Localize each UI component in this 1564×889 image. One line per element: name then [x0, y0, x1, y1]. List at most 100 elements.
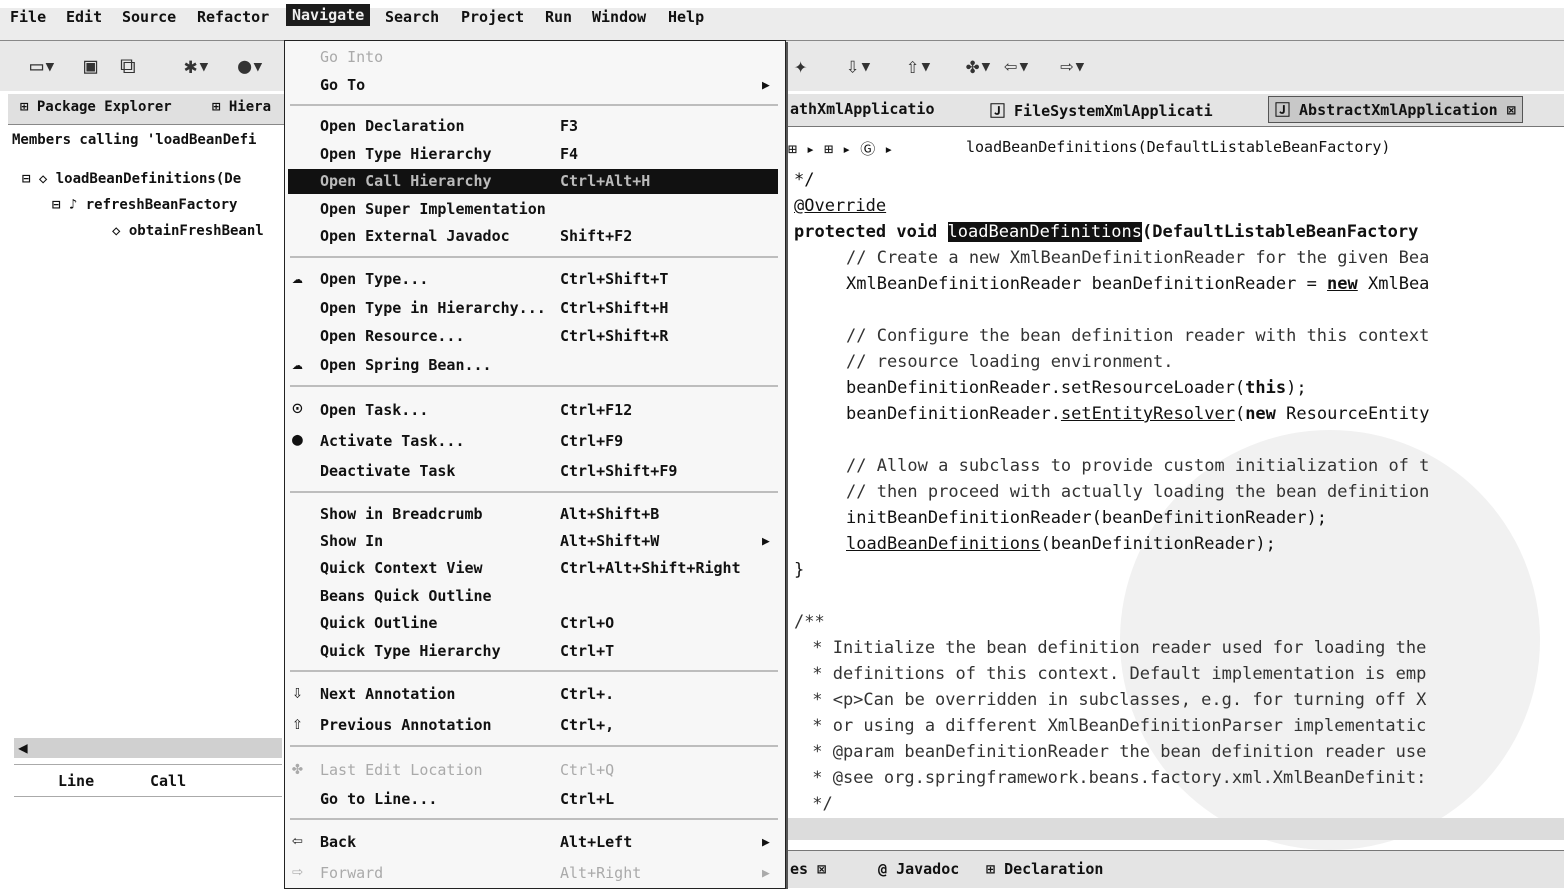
menu-source[interactable]: Source: [122, 8, 176, 26]
back-icon[interactable]: ⇦▾: [1004, 54, 1031, 79]
last-edit-icon[interactable]: ✤▾: [966, 54, 993, 79]
scroll-left-icon[interactable]: ◀: [18, 738, 28, 757]
back-icon: ⇦: [292, 830, 303, 851]
menu-separator: [290, 104, 778, 106]
menu-item-open-call-hierarchy[interactable]: Open Call Hierarchy: [320, 172, 492, 190]
code-line: */: [794, 170, 815, 190]
call-hierarchy-caption: Members calling 'loadBeanDefi: [12, 132, 257, 148]
tree-item-obtainfreshbean[interactable]: ◇ obtainFreshBeanl: [112, 223, 264, 239]
tab-hierarchy[interactable]: ⊞ Hiera: [212, 99, 271, 115]
shortcut-forward: Alt+Right: [560, 864, 642, 882]
at-icon: @: [878, 860, 897, 878]
forward-icon[interactable]: ⇨▾: [1060, 54, 1087, 79]
menu-item-deactivate-task[interactable]: Deactivate Task: [320, 462, 455, 480]
shortcut-open-external-javadoc: Shift+F2: [560, 227, 633, 245]
menu-item-open-type[interactable]: Open Type...: [320, 270, 428, 288]
menu-item-show-in-breadcrumb[interactable]: Show in Breadcrumb: [320, 505, 483, 523]
menu-item-go-into[interactable]: Go Into: [320, 48, 383, 66]
save-icon[interactable]: ▣: [84, 54, 97, 79]
tab-label: FileSystemXmlApplicati: [1014, 102, 1213, 120]
breadcrumb-method[interactable]: loadBeanDefinitions(DefaultListableBeanF…: [966, 138, 1390, 156]
menu-item-quick-outline[interactable]: Quick Outline: [320, 614, 437, 632]
collapse-icon[interactable]: ⊟ ♪: [52, 197, 86, 213]
menu-file[interactable]: File: [10, 8, 46, 26]
left-horizontal-scrollbar[interactable]: [14, 738, 282, 758]
java-file-icon: 🄹: [1275, 101, 1300, 119]
open-type-icon: ☁: [292, 267, 303, 288]
menu-help[interactable]: Help: [668, 8, 704, 26]
menu-item-back[interactable]: Back: [320, 833, 356, 851]
editor-tab-filesystem[interactable]: 🄹 FileSystemXmlApplicati: [990, 100, 1213, 121]
menu-item-open-external-javadoc[interactable]: Open External Javadoc: [320, 227, 510, 245]
menu-navigate[interactable]: Navigate: [286, 4, 371, 26]
menu-item-open-declaration[interactable]: Open Declaration: [320, 117, 465, 135]
menu-item-go-to[interactable]: Go To: [320, 76, 365, 94]
menu-item-open-resource[interactable]: Open Resource...: [320, 327, 465, 345]
close-icon[interactable]: ⊠: [1498, 101, 1516, 119]
menu-item-next-annotation[interactable]: Next Annotation: [320, 685, 455, 703]
menu-item-open-type-hierarchy[interactable]: Open Type Hierarchy: [320, 145, 492, 163]
bottom-tab-declaration[interactable]: ⊞ Declaration: [986, 860, 1103, 878]
forward-icon: ⇨: [292, 861, 303, 882]
shortcut-deactivate-task: Ctrl+Shift+F9: [560, 462, 678, 480]
editor-horizontal-scrollbar[interactable]: [786, 818, 1564, 840]
shortcut-quick-outline: Ctrl+O: [560, 614, 615, 632]
code-line: protected void loadBeanDefinitions(Defau…: [794, 222, 1419, 242]
submenu-arrow-icon: ▶: [762, 835, 770, 850]
menu-search[interactable]: Search: [385, 8, 439, 26]
menu-item-beans-quick-outline[interactable]: Beans Quick Outline: [320, 587, 492, 605]
shortcut-back: Alt+Left: [560, 833, 633, 851]
activate-task-icon: ●: [292, 429, 303, 450]
menu-project[interactable]: Project: [461, 8, 524, 26]
menu-window[interactable]: Window: [592, 8, 646, 26]
menu-item-quick-type-hierarchy[interactable]: Quick Type Hierarchy: [320, 642, 501, 660]
tab-package-explorer[interactable]: ⊞ Package Explorer: [20, 99, 172, 115]
menu-item-open-type-in-hierarchy[interactable]: Open Type in Hierarchy...: [320, 299, 546, 317]
column-call[interactable]: Call: [150, 772, 186, 790]
close-icon[interactable]: ⊠: [808, 860, 826, 878]
bottom-tab-problems[interactable]: es ⊠: [790, 860, 826, 878]
menu-item-open-task[interactable]: Open Task...: [320, 401, 428, 419]
submenu-arrow-icon: ▶: [762, 866, 770, 881]
tree-label: loadBeanDefinitions(De: [55, 171, 242, 187]
new-icon[interactable]: ▭▾: [30, 54, 57, 79]
shortcut-open-resource: Ctrl+Shift+R: [560, 327, 669, 345]
tree-item-loadbeandefinitions[interactable]: ⊟ ◇ loadBeanDefinitions(De: [22, 171, 241, 187]
prev-annotation-icon[interactable]: ⇧▾: [906, 54, 933, 79]
menu-item-show-in[interactable]: Show In: [320, 532, 383, 550]
editor-tab-abstractxml[interactable]: 🄹 AbstractXmlApplication ⊠: [1268, 96, 1523, 123]
run-icon[interactable]: ●▾: [238, 54, 265, 79]
menu-item-activate-task[interactable]: Activate Task...: [320, 432, 465, 450]
column-line[interactable]: Line: [58, 772, 94, 790]
bottom-tab-javadoc[interactable]: @ Javadoc: [878, 860, 959, 878]
menu-item-last-edit-location[interactable]: Last Edit Location: [320, 761, 483, 779]
last-edit-icon: ✤: [292, 758, 303, 779]
editor-tab-classpath[interactable]: athXmlApplicatio: [790, 100, 935, 118]
shortcut-previous-annotation: Ctrl+,: [560, 716, 615, 734]
menu-item-forward[interactable]: Forward: [320, 864, 383, 882]
tab-label: AbstractXmlApplication: [1299, 101, 1498, 119]
package-icon[interactable]: ⊞ ▸ ⊞ ▸ Ⓖ ▸: [788, 138, 893, 159]
code-line: * definitions of this context. Default i…: [802, 664, 1427, 684]
code-line: // Configure the bean definition reader …: [846, 326, 1430, 346]
menu-item-quick-context-view[interactable]: Quick Context View: [320, 559, 483, 577]
menu-refactor[interactable]: Refactor: [197, 8, 269, 26]
menu-item-previous-annotation[interactable]: Previous Annotation: [320, 716, 492, 734]
next-annotation-icon[interactable]: ⇩▾: [846, 54, 873, 79]
shortcut-show-in-breadcrumb: Alt+Shift+B: [560, 505, 660, 523]
menu-run[interactable]: Run: [545, 8, 572, 26]
menu-item-open-super-implementation[interactable]: Open Super Implementation: [320, 200, 546, 218]
tree-item-refreshbeanfactory[interactable]: ⊟ ♪ refreshBeanFactory: [52, 197, 237, 213]
breadcrumb[interactable]: ⊞ ▸ ⊞ ▸ Ⓖ ▸ loadBeanDefinitions(DefaultL…: [786, 132, 1564, 166]
perspective-icon[interactable]: ✦: [794, 54, 807, 79]
collapse-icon[interactable]: ⊟ ◇: [22, 171, 56, 187]
code-line: * Initialize the bean definition reader …: [802, 638, 1427, 658]
menu-item-open-spring-bean[interactable]: Open Spring Bean...: [320, 356, 492, 374]
menu-separator: [290, 818, 778, 820]
save-all-icon[interactable]: ⧉: [120, 54, 136, 79]
menu-edit[interactable]: Edit: [66, 8, 102, 26]
debug-icon[interactable]: ✱▾: [184, 54, 211, 79]
previous-annotation-icon: ⇧: [292, 713, 303, 734]
menu-item-go-to-line[interactable]: Go to Line...: [320, 790, 437, 808]
code-line: // then proceed with actually loading th…: [846, 482, 1430, 502]
